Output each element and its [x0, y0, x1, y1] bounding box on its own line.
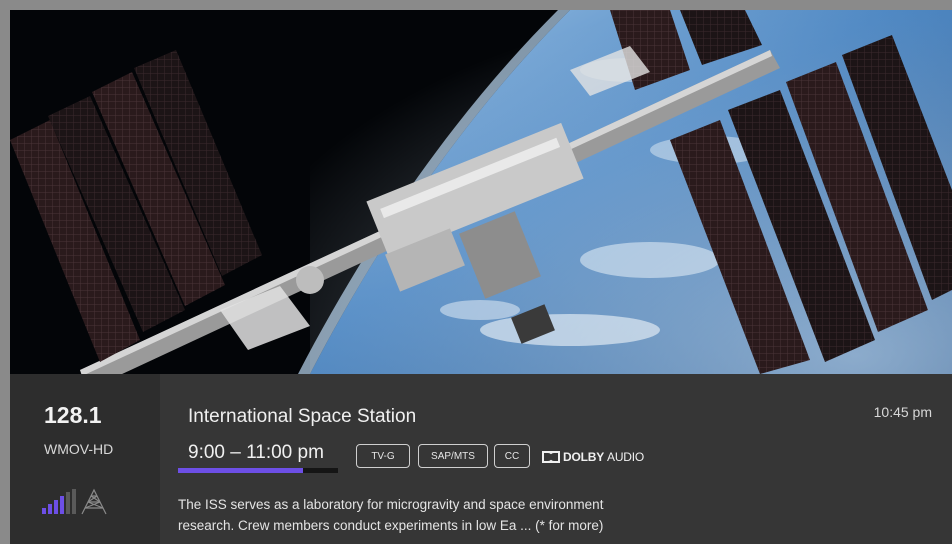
audio-badge: SAP/MTS [418, 444, 488, 468]
tv-screen: 128.1 WMOV-HD International Space Statio… [10, 10, 952, 544]
program-progress-fill [178, 468, 303, 473]
channel-number: 128.1 [44, 402, 102, 428]
program-progress-bar [178, 468, 338, 473]
dolby-suffix: AUDIO [607, 450, 645, 464]
channel-name: WMOV-HD [44, 441, 114, 457]
program-title: International Space Station [188, 406, 417, 427]
cc-badge: CC [494, 444, 530, 468]
program-time-range: 9:00 – 11:00 pm [188, 442, 324, 463]
program-info-bar: 128.1 WMOV-HD International Space Statio… [10, 374, 952, 544]
dolby-icon [542, 451, 560, 463]
description-line-1: The ISS serves as a laboratory for micro… [178, 497, 604, 512]
program-description: The ISS serves as a laboratory for micro… [178, 494, 768, 536]
signal-strength-icon [42, 488, 107, 515]
dolby-brand: DOLBY [563, 450, 605, 464]
tv-frame: 128.1 WMOV-HD International Space Statio… [0, 0, 952, 544]
channel-panel: 128.1 WMOV-HD [10, 374, 160, 544]
description-line-2: research. Crew members conduct experimen… [178, 518, 604, 533]
video-preview [10, 10, 952, 374]
dolby-audio-logo: DOLBY AUDIO [542, 448, 644, 466]
current-time: 10:45 pm [873, 404, 932, 420]
rating-badge: TV-G [356, 444, 410, 468]
space-station-image [10, 10, 952, 374]
